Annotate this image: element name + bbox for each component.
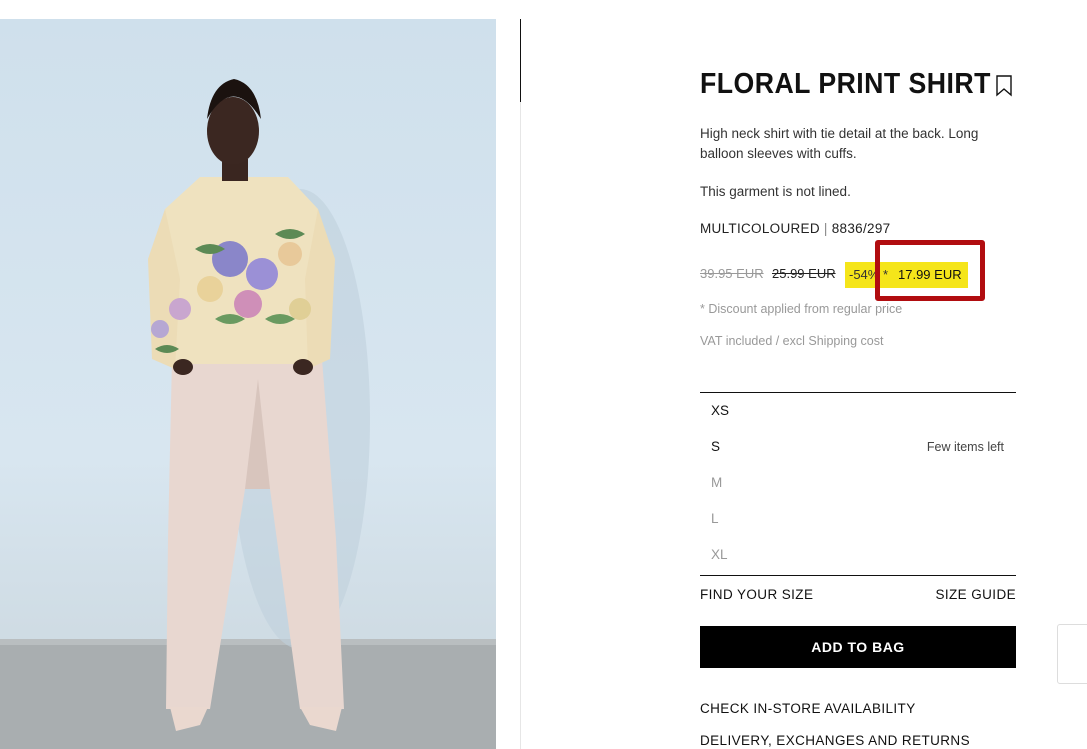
size-option-l[interactable]: L <box>700 501 1016 537</box>
size-option-s[interactable]: S Few items left <box>700 429 1016 465</box>
find-your-size-link[interactable]: FIND YOUR SIZE <box>700 587 813 602</box>
previous-price: 25.99 EUR <box>772 266 836 281</box>
scroll-indicator <box>520 19 521 102</box>
vat-note: VAT included / excl Shipping cost <box>700 334 884 348</box>
size-guide-link[interactable]: SIZE GUIDE <box>935 587 1016 602</box>
product-title: FLORAL PRINT SHIRT <box>700 68 991 100</box>
model-illustration <box>0 79 496 749</box>
size-selector: XS S Few items left M L XL <box>700 392 1016 576</box>
reference-number: 8836/297 <box>831 221 891 236</box>
product-description: High neck shirt with tie detail at the b… <box>700 126 979 161</box>
size-label: L <box>711 511 719 526</box>
annotation-highlight-box <box>875 240 985 301</box>
add-to-bag-button[interactable]: ADD TO BAG <box>700 626 1016 668</box>
color-label: MULTICOLOURED <box>700 221 820 236</box>
product-image[interactable] <box>0 19 496 749</box>
lining-info: This garment is not lined. <box>700 184 851 199</box>
size-label: XS <box>711 403 730 418</box>
discount-note: * Discount applied from regular price <box>700 302 903 316</box>
side-panel-tab[interactable] <box>1057 624 1087 684</box>
size-option-xl[interactable]: XL <box>700 537 1016 573</box>
size-option-xs[interactable]: XS <box>700 393 1016 429</box>
stock-note: Few items left <box>926 440 1004 454</box>
original-price: 39.95 EUR <box>700 266 764 281</box>
size-label: XL <box>711 547 728 562</box>
bookmark-icon[interactable] <box>995 75 1013 97</box>
check-store-availability-link[interactable]: CHECK IN-STORE AVAILABILITY <box>700 701 916 716</box>
column-divider <box>520 19 521 749</box>
separator: | <box>823 221 828 236</box>
size-option-m[interactable]: M <box>700 465 1016 501</box>
delivery-returns-link[interactable]: DELIVERY, EXCHANGES AND RETURNS <box>700 733 970 748</box>
color-reference: MULTICOLOURED | 8836/297 <box>700 221 890 236</box>
size-label: M <box>711 475 723 490</box>
size-label: S <box>711 439 721 454</box>
